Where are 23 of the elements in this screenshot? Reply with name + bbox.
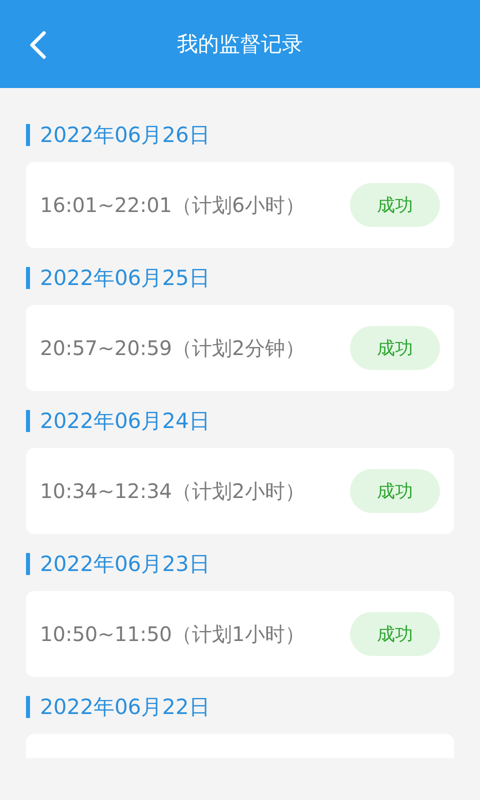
status-badge: 成功 — [350, 612, 440, 656]
accent-bar — [26, 267, 30, 289]
time-range: 20:57~20:59（计划2分钟） — [40, 334, 305, 362]
date-heading: 2022年06月24日 — [40, 408, 210, 435]
accent-bar — [26, 696, 30, 718]
accent-bar — [26, 553, 30, 575]
accent-bar — [26, 410, 30, 432]
record-card[interactable]: 20:57~20:59（计划2分钟） 成功 — [26, 305, 454, 391]
accent-bar — [26, 124, 30, 146]
date-heading: 2022年06月22日 — [40, 694, 210, 721]
record-card[interactable]: 10:50~11:50（计划1小时） 成功 — [26, 591, 454, 677]
status-badge: 成功 — [350, 326, 440, 370]
time-range: 10:50~11:50（计划1小时） — [40, 620, 305, 648]
time-range: 10:34~12:34（计划2小时） — [40, 478, 305, 504]
record-card[interactable]: 16:01~22:01（计划6小时） 成功 — [26, 162, 454, 248]
page-title: 我的监督记录 — [177, 31, 303, 58]
date-heading: 2022年06月23日 — [40, 551, 210, 578]
time-range: 16:01~22:01（计划6小时） — [40, 192, 305, 218]
date-heading: 2022年06月26日 — [40, 122, 210, 149]
record-card[interactable]: 10:34~12:34（计划2小时） 成功 — [26, 448, 454, 534]
date-heading: 2022年06月25日 — [40, 265, 210, 292]
status-badge: 成功 — [350, 183, 440, 227]
status-badge: 成功 — [350, 469, 440, 513]
